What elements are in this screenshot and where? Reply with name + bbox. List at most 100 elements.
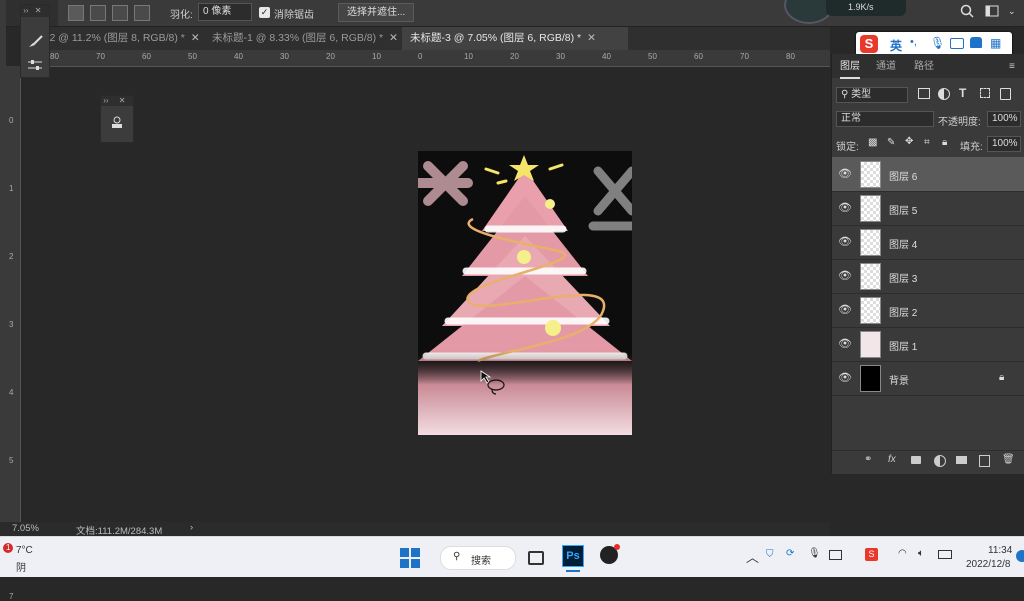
zoom-level[interactable]: 7.05% (12, 523, 39, 534)
layer-name[interactable]: 图层 1 (889, 338, 917, 353)
lock-artboard-icon[interactable]: ⌗ (924, 137, 930, 148)
visibility-eye-icon[interactable]: 👁︎ (838, 303, 852, 317)
panel-menu-icon[interactable]: ≡ (1009, 61, 1015, 72)
fx-icon[interactable]: fx (888, 454, 896, 465)
horizontal-ruler[interactable]: 80 70 60 50 40 30 20 10 0 10 20 30 40 50 60 70 80 (20, 50, 830, 67)
stamp-icon[interactable] (110, 116, 124, 133)
panel-header[interactable]: ›› ✕ (101, 96, 133, 106)
layer-name[interactable]: 图层 3 (889, 270, 917, 285)
sync-icon[interactable]: ⟳ (786, 548, 794, 559)
layer-row[interactable]: 👁︎ 图层 3 (832, 259, 1024, 294)
windows-taskbar: 1 7°C 阴 ⚲ 搜索 Ps ︿ ⛉ ⟳ 🎙︎ S ◠ 🔈︎ 11:34 20… (0, 536, 1024, 577)
antialias-checkbox[interactable]: ✓ (259, 7, 270, 18)
blend-mode-select[interactable]: 正常 (836, 111, 934, 127)
layer-filter-select[interactable]: ⚲ 类型 (836, 87, 908, 103)
visibility-eye-icon[interactable]: 👁︎ (838, 269, 852, 283)
network-monitor-icon[interactable] (829, 550, 842, 560)
delete-layer-icon[interactable]: 🗑︎ (1002, 454, 1015, 465)
opacity-input[interactable]: 100% (987, 111, 1021, 127)
search-icon[interactable] (960, 4, 974, 21)
filter-smart-object-icon[interactable] (1000, 88, 1011, 100)
lock-transparent-icon[interactable]: ▩ (868, 137, 877, 148)
security-shield-icon[interactable]: ⛉ (766, 549, 774, 560)
taskbar-search[interactable]: ⚲ 搜索 (440, 546, 516, 570)
tab-channels[interactable]: 通道 (876, 57, 896, 77)
layer-name[interactable]: 图层 4 (889, 236, 917, 251)
chevron-up-icon[interactable]: ︿ (746, 547, 759, 566)
select-and-mask-button[interactable]: 选择并遮住... (338, 3, 415, 22)
notification-badge[interactable] (1016, 550, 1024, 562)
tab-doc-2[interactable]: 未标题-1 @ 8.33% (图层 6, RGB/8) * ✕ (212, 27, 406, 50)
layer-name[interactable]: 图层 2 (889, 304, 917, 319)
battery-icon[interactable] (938, 550, 952, 559)
tab-layers[interactable]: 图层 (840, 57, 860, 79)
tab-doc-1[interactable]: -2 @ 11.2% (图层 8, RGB/8) * ✕ (46, 27, 216, 50)
clock-time[interactable]: 11:34 (988, 545, 1012, 556)
visibility-eye-icon[interactable]: 👁︎ (838, 371, 852, 385)
task-view-icon[interactable] (528, 551, 544, 565)
lock-paint-icon[interactable]: ✎ (887, 137, 895, 148)
tab-doc-3[interactable]: 未标题-3 @ 7.05% (图层 6, RGB/8) * ✕ (402, 27, 628, 50)
punctuation-icon[interactable]: •, (910, 36, 917, 48)
photoshop-app-icon[interactable]: Ps (562, 545, 584, 567)
tab-paths[interactable]: 路径 (914, 57, 934, 77)
filter-pixel-icon[interactable] (918, 88, 930, 99)
skin-icon[interactable] (970, 37, 982, 48)
microphone-icon[interactable]: 🎙 (930, 36, 945, 50)
filter-type-icon[interactable]: T (959, 86, 966, 100)
add-selection-button[interactable] (90, 5, 106, 21)
visibility-eye-icon[interactable]: 👁︎ (838, 337, 852, 351)
lock-all-icon[interactable]: 🔒︎ (942, 137, 947, 148)
lock-position-icon[interactable]: ✥ (905, 136, 913, 147)
microphone-icon[interactable]: 🎙︎ (808, 548, 821, 559)
document-canvas[interactable] (418, 151, 632, 435)
layer-row[interactable]: 👁︎ 背景 🔒︎ (832, 361, 1024, 396)
weather-temp[interactable]: 7°C (16, 545, 33, 556)
panel-header[interactable]: ›› ✕ (21, 5, 49, 17)
intersect-selection-button[interactable] (134, 5, 150, 21)
new-layer-icon[interactable] (979, 455, 990, 467)
layer-row[interactable]: 👁︎ 图层 6 (832, 157, 1024, 192)
vertical-ruler[interactable]: 01234567 (6, 66, 21, 601)
layer-row[interactable]: 👁︎ 图层 5 (832, 191, 1024, 226)
feather-label: 羽化: (170, 10, 193, 21)
ruler-label: 80 (50, 52, 59, 61)
toolbox-icon[interactable]: ▦ (990, 36, 1001, 50)
sogou-tray-icon[interactable]: S (865, 548, 878, 561)
close-icon[interactable]: ✕ (191, 32, 200, 44)
close-icon[interactable]: ✕ (587, 32, 596, 44)
link-layers-icon[interactable]: ⚭ (864, 454, 872, 465)
wifi-icon[interactable]: ◠ (898, 548, 907, 559)
layer-row[interactable]: 👁︎ 图层 4 (832, 225, 1024, 260)
filter-adjustment-icon[interactable] (938, 88, 950, 100)
chevron-right-icon[interactable]: › (190, 522, 193, 533)
sogou-logo-icon[interactable]: S (860, 35, 878, 53)
close-icon[interactable]: ✕ (389, 32, 398, 44)
add-mask-icon[interactable] (911, 456, 921, 464)
visibility-eye-icon[interactable]: 👁︎ (838, 167, 852, 181)
layer-name[interactable]: 图层 5 (889, 202, 917, 217)
brush-settings-icon[interactable] (27, 59, 43, 74)
workspace-icon[interactable] (985, 5, 999, 20)
ime-lang[interactable]: 英 (890, 37, 902, 54)
keyboard-icon[interactable] (950, 38, 964, 49)
brush-icon[interactable] (27, 35, 43, 52)
visibility-eye-icon[interactable]: 👁︎ (838, 235, 852, 249)
layer-row[interactable]: 👁︎ 图层 2 (832, 293, 1024, 328)
windows-start-icon[interactable] (400, 548, 420, 571)
subtract-selection-button[interactable] (112, 5, 128, 21)
feather-input[interactable]: 0 像素 (198, 3, 252, 21)
volume-icon[interactable]: 🔈︎ (918, 548, 924, 559)
layer-row[interactable]: 👁︎ 图层 1 (832, 327, 1024, 362)
clock-date[interactable]: 2022/12/8 (966, 559, 1011, 570)
adjustment-layer-icon[interactable] (934, 455, 946, 467)
weather-badge: 1 (6, 543, 11, 552)
new-selection-button[interactable] (68, 5, 84, 21)
visibility-eye-icon[interactable]: 👁︎ (838, 201, 852, 215)
layer-name[interactable]: 图层 6 (889, 168, 917, 183)
chevron-down-icon[interactable]: ⌄ (1008, 6, 1016, 17)
filter-shape-icon[interactable] (980, 88, 990, 98)
layer-name[interactable]: 背景 (889, 372, 909, 387)
new-group-icon[interactable] (956, 456, 967, 464)
fill-input[interactable]: 100% (987, 136, 1021, 152)
